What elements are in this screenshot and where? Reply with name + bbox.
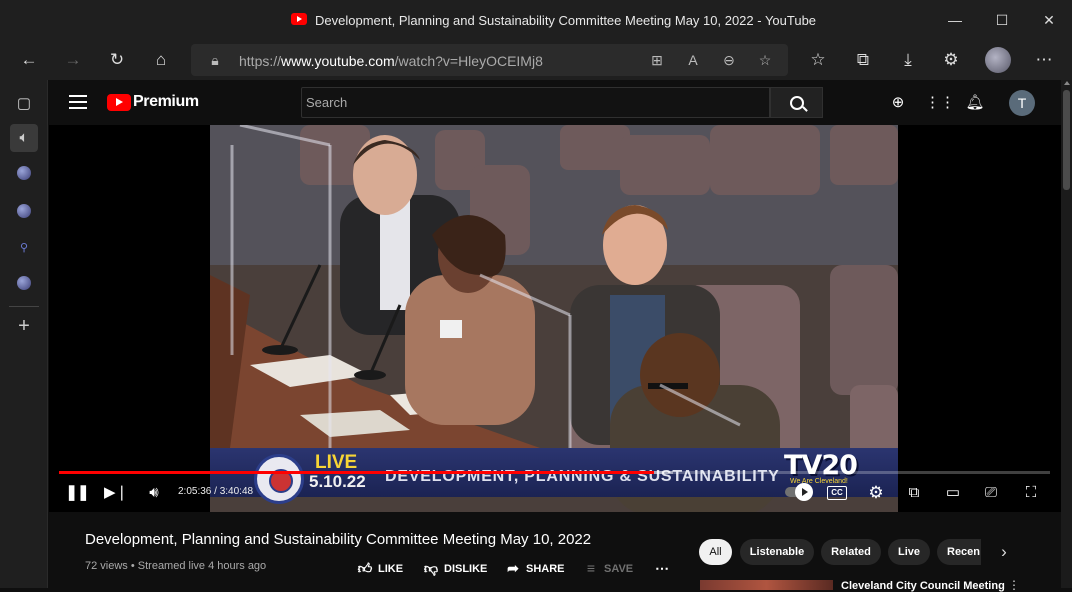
search-box[interactable]	[301, 87, 770, 118]
thumbs-down-icon: 👎︎	[423, 560, 439, 576]
menu-icon[interactable]	[69, 95, 87, 109]
recommendation-thumbnail[interactable]	[700, 580, 833, 590]
thumbs-up-icon: 👍︎	[357, 560, 373, 576]
chip-all[interactable]: All	[699, 539, 732, 565]
video-title: Development, Planning and Sustainability…	[85, 531, 592, 548]
notifications-bell-icon[interactable]: 🔔︎	[963, 91, 987, 115]
chip-listenable[interactable]: Listenable	[740, 539, 814, 565]
youtube-brand[interactable]: Premium	[133, 93, 199, 111]
apps-grid-icon[interactable]: ⋮⋮	[925, 91, 955, 115]
scrollbar-thumb[interactable]	[1063, 90, 1070, 190]
search-input[interactable]	[306, 88, 766, 117]
save-button[interactable]: ≡ SAVE	[582, 558, 633, 578]
more-actions-icon[interactable]: ⋯	[655, 558, 669, 578]
app-available-icon[interactable]: ⊞	[647, 50, 667, 70]
broadcast-date: 5.10.22	[309, 472, 366, 491]
browser-toolbar: ← → ↻ ⌂ 🔒︎ https://www.youtube.com/watch…	[0, 40, 1072, 80]
lock-icon[interactable]: 🔒︎	[205, 50, 225, 70]
read-aloud-icon[interactable]: A	[683, 50, 703, 70]
close-window-button[interactable]: ✕	[1035, 8, 1063, 32]
user-avatar[interactable]: T	[1009, 90, 1035, 116]
pinned-tab-icon[interactable]	[17, 204, 31, 218]
time-display: 2:05:36 / 3:40:48	[178, 486, 254, 497]
chip-related[interactable]: Related	[821, 539, 881, 565]
tab-actions-icon[interactable]: ▢	[10, 90, 38, 118]
recommendation-more-icon[interactable]: ⋮	[1008, 578, 1020, 592]
window-title: Development, Planning and Sustainability…	[315, 13, 817, 28]
autoplay-toggle[interactable]	[785, 483, 813, 501]
playlist-add-icon: ≡	[586, 560, 596, 576]
volume-icon[interactable]: 🔊︎	[142, 482, 166, 504]
browser-profile-avatar[interactable]	[985, 47, 1011, 73]
recommendation-title[interactable]: Cleveland City Council Meeting	[841, 580, 1005, 592]
pinned-tab-icon[interactable]	[17, 276, 31, 290]
fullscreen-icon[interactable]: ⛶	[1019, 482, 1043, 504]
video-player[interactable]: LIVE 5.10.22 DEVELOPMENT, PLANNING & SUS…	[49, 125, 1061, 512]
miniplayer-icon[interactable]: ⧉	[902, 482, 926, 504]
search-button[interactable]	[770, 87, 823, 118]
home-icon[interactable]: ⌂	[148, 48, 174, 72]
progress-played	[59, 471, 654, 474]
tv20-logo: TV20	[784, 450, 858, 481]
edge-sidebar: ▢ 🔈︎ ⚲ +	[0, 80, 48, 588]
youtube-header: Premium ⊕ ⋮⋮ 🔔︎ T	[49, 80, 1061, 125]
window-titlebar: Development, Planning and Sustainability…	[0, 0, 1072, 40]
zoom-out-icon[interactable]: ⊖	[719, 50, 739, 70]
more-options-icon[interactable]: ⋯	[1031, 48, 1057, 72]
chip-live[interactable]: Live	[888, 539, 930, 565]
video-frame[interactable]: LIVE 5.10.22 DEVELOPMENT, PLANNING & SUS…	[210, 125, 898, 512]
captions-button[interactable]: CC	[827, 486, 847, 500]
dislike-button[interactable]: 👎︎ DISLIKE	[422, 558, 488, 578]
pinned-tab-icon[interactable]	[17, 166, 31, 180]
cast-icon[interactable]: ⎚	[979, 482, 1003, 504]
youtube-logo-icon[interactable]	[107, 94, 131, 111]
youtube-favicon-icon	[291, 13, 307, 25]
share-arrow-icon: ➦	[507, 560, 519, 576]
share-button[interactable]: ➦ SHARE	[504, 558, 564, 578]
audio-tab-icon[interactable]: 🔈︎	[10, 124, 38, 152]
new-tab-icon[interactable]: +	[10, 312, 38, 340]
create-video-icon[interactable]: ⊕	[886, 91, 910, 115]
city-seal-logo	[254, 454, 304, 504]
next-video-icon[interactable]: ▶❘	[104, 482, 128, 504]
add-favorite-icon[interactable]: ☆	[755, 50, 775, 70]
favorites-icon[interactable]: ☆	[805, 48, 831, 72]
maximize-button[interactable]: ☐	[988, 8, 1016, 32]
minimize-button[interactable]: —	[941, 8, 969, 32]
collections-icon[interactable]: ⧉	[850, 48, 876, 72]
video-meta: 72 views • Streamed live 4 hours ago	[85, 560, 267, 572]
theater-mode-icon[interactable]: ▭	[941, 482, 965, 504]
back-arrow-icon[interactable]: ←	[16, 48, 42, 72]
search-tab-icon[interactable]: ⚲	[10, 234, 38, 262]
settings-gear-icon[interactable]: ⚙	[864, 482, 888, 504]
page-scrollbar[interactable]	[1061, 80, 1072, 588]
chevron-right-icon[interactable]: ›	[994, 541, 1014, 563]
chip-recent[interactable]: Recen	[937, 539, 981, 565]
refresh-icon[interactable]: ↻	[104, 48, 130, 72]
like-button[interactable]: 👍︎ LIKE	[356, 558, 403, 578]
extensions-icon[interactable]: ⚙	[938, 48, 964, 72]
sidebar-divider	[9, 306, 39, 307]
address-bar[interactable]: 🔒︎ https://www.youtube.com/watch?v=HleyO…	[191, 44, 788, 76]
downloads-icon[interactable]: ⤓	[895, 48, 921, 72]
scroll-up-arrow-icon[interactable]	[1064, 81, 1070, 85]
progress-bar[interactable]	[59, 471, 1050, 474]
autoplay-play-icon	[795, 483, 813, 501]
url-text[interactable]: https://www.youtube.com/watch?v=HleyOCEI…	[239, 53, 543, 69]
pause-icon[interactable]: ❚❚	[65, 482, 89, 504]
forward-arrow-icon[interactable]: →	[60, 48, 86, 72]
